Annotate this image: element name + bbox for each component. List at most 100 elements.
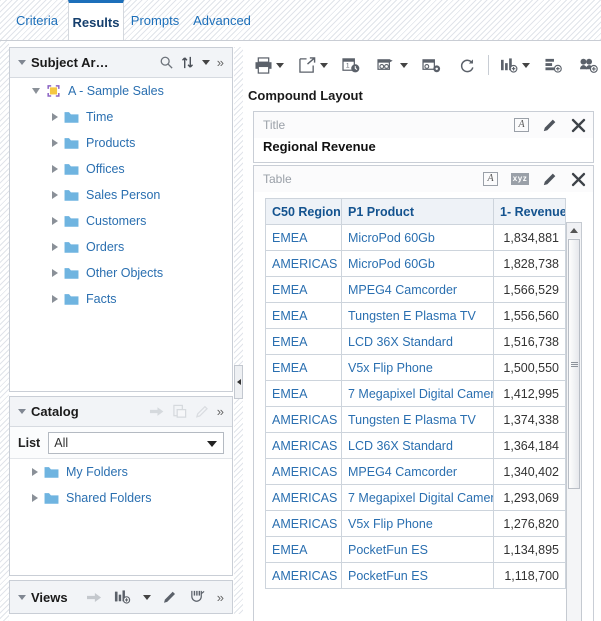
- edit-icon[interactable]: [162, 589, 178, 605]
- cell-product[interactable]: Tungsten E Plasma TV: [342, 407, 494, 433]
- tree-folder-sales-person[interactable]: Sales Person: [10, 182, 232, 208]
- cell-region[interactable]: AMERICAS: [266, 407, 342, 433]
- column-header[interactable]: C50 Region: [266, 199, 342, 225]
- new-view-icon[interactable]: [498, 57, 521, 74]
- add-to-briefing-book-icon[interactable]: [542, 57, 565, 74]
- expand-toggle-icon[interactable]: [52, 295, 58, 303]
- expand-toggle-icon[interactable]: [52, 243, 58, 251]
- print-dropdown-caret[interactable]: [276, 63, 284, 68]
- folder-icon: [64, 215, 79, 228]
- cell-region[interactable]: AMERICAS: [266, 459, 342, 485]
- cell-product[interactable]: LCD 36X Standard: [342, 433, 494, 459]
- cell-region[interactable]: EMEA: [266, 355, 342, 381]
- cell-region[interactable]: EMEA: [266, 303, 342, 329]
- cell-region[interactable]: EMEA: [266, 277, 342, 303]
- table-view[interactable]: Table A xyz C50 RegionP1 Product1- Reven…: [253, 165, 594, 621]
- collapse-disclosure-icon[interactable]: [18, 60, 26, 65]
- column-header[interactable]: 1- Revenue: [494, 199, 566, 225]
- cell-product[interactable]: Tungsten E Plasma TV: [342, 303, 494, 329]
- cell-region[interactable]: EMEA: [266, 381, 342, 407]
- cell-product[interactable]: V5x Flip Phone: [342, 511, 494, 537]
- cell-region[interactable]: AMERICAS: [266, 251, 342, 277]
- remove-icon[interactable]: [571, 118, 586, 133]
- tab-advanced[interactable]: Advanced: [186, 0, 258, 40]
- schedule-icon[interactable]: 1: [340, 57, 363, 74]
- tab-results[interactable]: Results: [68, 0, 124, 41]
- cell-product[interactable]: PocketFun ES: [342, 563, 494, 589]
- cell-region[interactable]: AMERICAS: [266, 433, 342, 459]
- export-icon[interactable]: [296, 57, 319, 74]
- expand-toggle-icon[interactable]: [52, 191, 58, 199]
- new-view-dropdown-caret[interactable]: [143, 595, 151, 600]
- tree-folder-products[interactable]: Products: [10, 130, 232, 156]
- refresh-icon[interactable]: [456, 57, 479, 74]
- expand-toggle-icon[interactable]: [52, 269, 58, 277]
- expand-toggle-icon[interactable]: [32, 88, 40, 94]
- remove-icon[interactable]: [571, 172, 586, 187]
- tree-folder-orders[interactable]: Orders: [10, 234, 232, 260]
- table-vertical-scrollbar[interactable]: [566, 222, 582, 621]
- expand-toggle-icon[interactable]: [52, 165, 58, 173]
- cell-region[interactable]: AMERICAS: [266, 485, 342, 511]
- tab-prompts[interactable]: Prompts: [124, 0, 186, 40]
- tab-criteria[interactable]: Criteria: [6, 0, 68, 40]
- column-header[interactable]: P1 Product: [342, 199, 494, 225]
- catalog-folder-shared-folders[interactable]: Shared Folders: [10, 485, 232, 511]
- catalog-list-select[interactable]: All: [48, 432, 224, 454]
- new-view-dropdown-caret[interactable]: [522, 63, 530, 68]
- cell-product[interactable]: MPEG4 Camcorder: [342, 459, 494, 485]
- scroll-up-button[interactable]: [567, 223, 581, 238]
- add-icon[interactable]: [86, 590, 103, 605]
- more-icon[interactable]: »: [217, 591, 224, 604]
- catalog-folder-my-folders[interactable]: My Folders: [10, 459, 232, 485]
- search-icon[interactable]: [159, 55, 174, 70]
- export-dropdown-caret[interactable]: [320, 63, 328, 68]
- cell-region[interactable]: EMEA: [266, 225, 342, 251]
- tree-folder-offices[interactable]: Offices: [10, 156, 232, 182]
- cell-product[interactable]: MPEG4 Camcorder: [342, 277, 494, 303]
- edit-report-icon[interactable]: [420, 57, 444, 74]
- more-icon[interactable]: »: [217, 56, 224, 69]
- subject-area-root[interactable]: A - Sample Sales: [10, 78, 232, 104]
- print-icon[interactable]: [252, 57, 275, 74]
- cell-region[interactable]: EMEA: [266, 537, 342, 563]
- expand-toggle-icon[interactable]: [52, 139, 58, 147]
- share-icon[interactable]: [577, 57, 601, 74]
- tree-folder-other-objects[interactable]: Other Objects: [10, 260, 232, 286]
- properties-icon[interactable]: xyz: [511, 173, 529, 185]
- preview-dropdown-caret[interactable]: [400, 63, 408, 68]
- scrollbar-thumb[interactable]: [568, 239, 580, 489]
- format-icon[interactable]: A: [483, 172, 498, 186]
- table-body: EMEAMicroPod 60Gb1,834,881AMERICASMicroP…: [266, 225, 566, 589]
- title-view[interactable]: Title A Regional Revenue: [253, 111, 594, 163]
- cell-product[interactable]: 7 Megapixel Digital Camera: [342, 485, 494, 511]
- cell-region[interactable]: EMEA: [266, 329, 342, 355]
- cell-product[interactable]: PocketFun ES: [342, 537, 494, 563]
- format-icon[interactable]: A: [514, 118, 529, 132]
- preview-icon[interactable]: [375, 57, 399, 74]
- expand-toggle-icon[interactable]: [52, 113, 58, 121]
- cell-product[interactable]: 7 Megapixel Digital Camera: [342, 381, 494, 407]
- edit-icon[interactable]: [542, 117, 558, 133]
- expand-toggle-icon[interactable]: [52, 217, 58, 225]
- cell-region[interactable]: AMERICAS: [266, 511, 342, 537]
- tree-folder-facts[interactable]: Facts: [10, 286, 232, 312]
- more-icon[interactable]: »: [217, 405, 224, 418]
- edit-icon[interactable]: [542, 171, 558, 187]
- new-view-icon[interactable]: [114, 589, 131, 605]
- splitter-collapse-handle[interactable]: [234, 365, 243, 399]
- cell-region[interactable]: AMERICAS: [266, 563, 342, 589]
- tree-folder-customers[interactable]: Customers: [10, 208, 232, 234]
- sort-dropdown-caret[interactable]: [202, 60, 210, 65]
- sort-icon[interactable]: [181, 55, 194, 70]
- cell-product[interactable]: V5x Flip Phone: [342, 355, 494, 381]
- expand-toggle-icon[interactable]: [32, 468, 38, 476]
- cell-product[interactable]: LCD 36X Standard: [342, 329, 494, 355]
- cell-product[interactable]: MicroPod 60Gb: [342, 225, 494, 251]
- collapse-disclosure-icon[interactable]: [18, 409, 26, 414]
- cell-product[interactable]: MicroPod 60Gb: [342, 251, 494, 277]
- tree-folder-time[interactable]: Time: [10, 104, 232, 130]
- expand-toggle-icon[interactable]: [32, 494, 38, 502]
- collapse-disclosure-icon[interactable]: [18, 595, 26, 600]
- best-visualization-icon[interactable]: [189, 589, 206, 605]
